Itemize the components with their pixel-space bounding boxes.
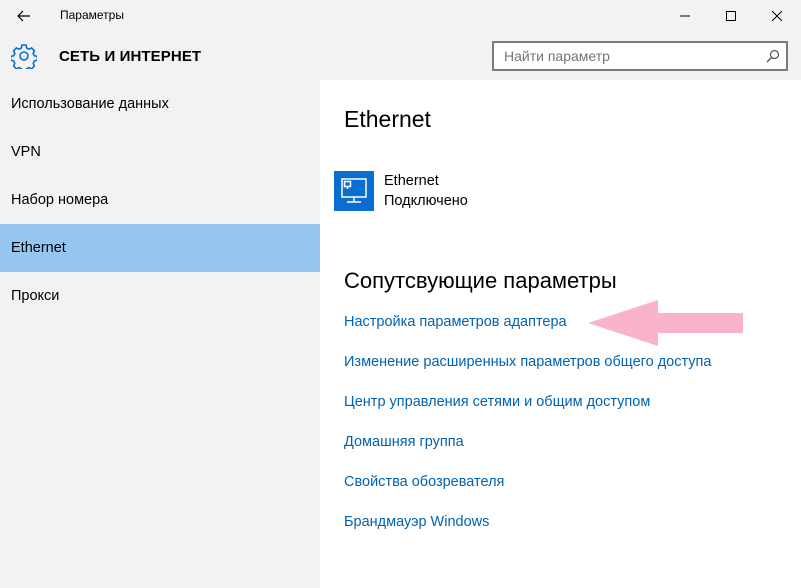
link-adapter-settings[interactable]: Настройка параметров адаптера [344, 314, 567, 330]
link-windows-firewall[interactable]: Брандмауэр Windows [344, 514, 489, 530]
search-box[interactable] [492, 41, 788, 71]
minimize-button[interactable] [662, 0, 708, 32]
back-button[interactable] [8, 4, 40, 28]
sidebar-item-vpn[interactable]: VPN [0, 128, 320, 176]
section-title: СЕТЬ И ИНТЕРНЕТ [59, 48, 202, 65]
related-settings-heading: Сопутсвующие параметры [344, 268, 617, 293]
link-homegroup[interactable]: Домашняя группа [344, 434, 464, 450]
gear-icon [11, 44, 37, 69]
connection-name[interactable]: Ethernet [384, 173, 439, 189]
back-arrow-icon [17, 10, 30, 22]
sidebar-item-label: Набор номера [11, 192, 109, 208]
annotation-arrow-icon [588, 300, 743, 346]
connection-status: Подключено [384, 193, 468, 209]
settings-header: СЕТЬ И ИНТЕРНЕТ [0, 32, 801, 80]
maximize-icon [726, 11, 736, 21]
sidebar-item-data-usage[interactable]: Использование данных [0, 80, 320, 128]
sidebar-item-label: Ethernet [11, 240, 66, 256]
minimize-icon [680, 15, 690, 17]
ethernet-connection-tile[interactable] [334, 171, 374, 211]
page-title: Ethernet [344, 106, 431, 132]
search-input[interactable] [504, 48, 754, 64]
sidebar-item-label: Прокси [11, 288, 60, 304]
title-bar: Параметры [0, 0, 801, 32]
close-icon [772, 11, 782, 21]
close-button[interactable] [754, 0, 800, 32]
sidebar: Использование данных VPN Набор номера Et… [0, 80, 320, 588]
link-network-center[interactable]: Центр управления сетями и общим доступом [344, 394, 650, 410]
search-icon[interactable] [766, 49, 780, 63]
sidebar-item-label: VPN [11, 144, 41, 160]
link-advanced-sharing[interactable]: Изменение расширенных параметров общего … [344, 354, 711, 370]
sidebar-item-label: Использование данных [11, 96, 169, 112]
window-title: Параметры [60, 8, 124, 22]
ethernet-monitor-icon [341, 178, 367, 203]
sidebar-item-dial-up[interactable]: Набор номера [0, 176, 320, 224]
maximize-button[interactable] [708, 0, 754, 32]
sidebar-item-ethernet[interactable]: Ethernet [0, 224, 320, 272]
sidebar-item-proxy[interactable]: Прокси [0, 272, 320, 320]
link-internet-options[interactable]: Свойства обозревателя [344, 474, 504, 490]
